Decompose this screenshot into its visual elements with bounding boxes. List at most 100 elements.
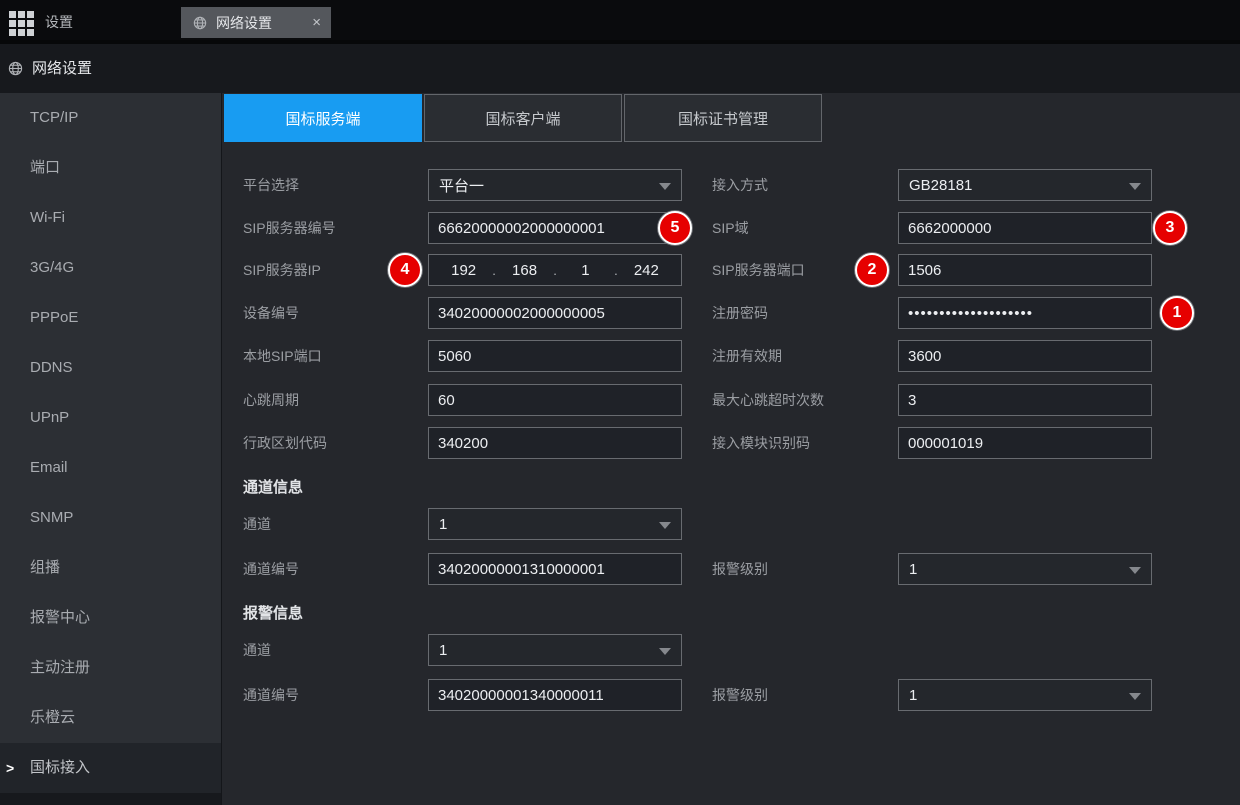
- platform-select-value: 平台一: [439, 175, 484, 196]
- sip-server-ip-input[interactable]: 192 . 168 . 1 . 242: [428, 254, 682, 286]
- row-alarm-channel-id-level: 通道编号 报警级别 1: [243, 679, 1152, 711]
- access-module-id-label: 接入模块识别码: [712, 433, 898, 453]
- screen: 设置 网络设置 × 网络设置 TCP/IP 端口 Wi-Fi 3G/4G PPP…: [0, 0, 1240, 805]
- sidebar-item-upnp[interactable]: UPnP: [0, 393, 221, 443]
- sidebar-item-auto-register[interactable]: 主动注册: [0, 643, 221, 693]
- channel-select-value: 1: [439, 516, 447, 533]
- row-channel-id-alarm-level: 通道编号 报警级别 1: [243, 553, 1152, 585]
- sidebar-item-lechange-cloud[interactable]: 乐橙云: [0, 693, 221, 743]
- chevron-down-icon: [659, 522, 671, 529]
- alarm-level2-select-field: 1: [898, 679, 1152, 711]
- max-heartbeat-timeout-field: [898, 384, 1152, 416]
- chevron-down-icon: [659, 183, 671, 190]
- sidebar-item-port[interactable]: 端口: [0, 143, 221, 193]
- tab-gb-server[interactable]: 国标服务端: [224, 94, 422, 142]
- close-icon[interactable]: ×: [312, 15, 321, 30]
- max-heartbeat-timeout-input[interactable]: [898, 384, 1152, 416]
- ip-octet-2[interactable]: 168: [496, 262, 553, 279]
- row-localport-validperiod: 本地SIP端口 注册有效期: [243, 340, 1152, 372]
- sip-domain-field: 3: [898, 212, 1152, 244]
- row-channel-select: 通道 1: [243, 508, 682, 540]
- register-password-input[interactable]: [898, 297, 1152, 329]
- device-id-label: 设备编号: [243, 303, 428, 323]
- local-sip-port-input[interactable]: [428, 340, 682, 372]
- chevron-down-icon: [1129, 567, 1141, 574]
- alarm-level-select-field: 1: [898, 553, 1152, 585]
- channel-id-input[interactable]: [428, 553, 682, 585]
- tab-gb-client[interactable]: 国标客户端: [424, 94, 622, 142]
- page-title: 网络设置: [32, 44, 92, 93]
- device-id-field: [428, 297, 682, 329]
- page-header: 网络设置: [0, 40, 1240, 93]
- ip-octet-3[interactable]: 1: [557, 262, 614, 279]
- row-platform-access: 平台选择 平台一 接入方式 GB28181: [243, 169, 1152, 201]
- admin-region-code-field: [428, 427, 682, 459]
- row-heartbeat: 心跳周期 最大心跳超时次数: [243, 384, 1152, 416]
- channel-select[interactable]: 1: [428, 508, 682, 540]
- platform-select[interactable]: 平台一: [428, 169, 682, 201]
- sidebar-item-email[interactable]: Email: [0, 443, 221, 493]
- sip-server-id-input[interactable]: [428, 212, 682, 244]
- sidebar-item-gb28181-access[interactable]: > 国标接入: [0, 743, 221, 793]
- access-type-select[interactable]: GB28181: [898, 169, 1152, 201]
- platform-label: 平台选择: [243, 175, 428, 195]
- sidebar-item-snmp[interactable]: SNMP: [0, 493, 221, 543]
- tab-gb-cert-management[interactable]: 国标证书管理: [624, 94, 822, 142]
- alarm-channel-select[interactable]: 1: [428, 634, 682, 666]
- sidebar-bottom-strip: [0, 793, 221, 805]
- sidebar-item-3g4g[interactable]: 3G/4G: [0, 243, 221, 293]
- sidebar-item-ddns[interactable]: DDNS: [0, 343, 221, 393]
- tab-settings[interactable]: 设置: [45, 7, 73, 38]
- local-sip-port-field: [428, 340, 682, 372]
- alarm-level2-select[interactable]: 1: [898, 679, 1152, 711]
- access-type-select-field: GB28181: [898, 169, 1152, 201]
- register-valid-period-input[interactable]: [898, 340, 1152, 372]
- alarm-channel-id-input[interactable]: [428, 679, 682, 711]
- sip-server-ip-field: 192 . 168 . 1 . 242 4: [428, 254, 682, 286]
- access-module-id-field: [898, 427, 1152, 459]
- admin-region-code-input[interactable]: [428, 427, 682, 459]
- access-module-id-input[interactable]: [898, 427, 1152, 459]
- chevron-right-icon: >: [6, 743, 14, 793]
- topbar: 设置 网络设置 ×: [0, 0, 1240, 40]
- alarm-channel-select-value: 1: [439, 642, 447, 659]
- register-valid-period-field: [898, 340, 1152, 372]
- chevron-down-icon: [1129, 693, 1141, 700]
- alarm-level-select[interactable]: 1: [898, 553, 1152, 585]
- ip-octet-4[interactable]: 242: [618, 262, 675, 279]
- callout-badge-1: 1: [1160, 296, 1194, 330]
- sidebar-item-pppoe[interactable]: PPPoE: [0, 293, 221, 343]
- alarm-channel-id-label: 通道编号: [243, 685, 428, 705]
- sidebar-item-multicast[interactable]: 组播: [0, 543, 221, 593]
- local-sip-port-label: 本地SIP端口: [243, 346, 428, 366]
- globe-icon: [193, 16, 207, 30]
- callout-badge-3: 3: [1153, 211, 1187, 245]
- row-device-password: 设备编号 注册密码 1: [243, 297, 1152, 329]
- globe-icon: [8, 61, 23, 81]
- tab-network-settings[interactable]: 网络设置 ×: [181, 7, 331, 38]
- callout-badge-5: 5: [658, 211, 692, 245]
- alarm-level2-select-value: 1: [909, 687, 917, 704]
- channel-info-section-title: 通道信息: [243, 476, 303, 497]
- sidebar-item-label: 国标接入: [30, 759, 90, 776]
- register-password-label: 注册密码: [712, 303, 898, 323]
- row-region-module: 行政区划代码 接入模块识别码: [243, 427, 1152, 459]
- heartbeat-period-input[interactable]: [428, 384, 682, 416]
- sip-server-id-label: SIP服务器编号: [243, 218, 428, 238]
- alarm-channel-id-field: [428, 679, 682, 711]
- channel-id-label: 通道编号: [243, 559, 428, 579]
- channel-id-field: [428, 553, 682, 585]
- sip-server-id-field: 5: [428, 212, 682, 244]
- device-id-input[interactable]: [428, 297, 682, 329]
- sip-domain-input[interactable]: [898, 212, 1152, 244]
- alarm-level-select-value: 1: [909, 561, 917, 578]
- alarm-channel-select-field: 1: [428, 634, 682, 666]
- apps-grid-icon[interactable]: [8, 10, 34, 36]
- sidebar-item-tcp-ip[interactable]: TCP/IP: [0, 93, 221, 143]
- sip-server-port-input[interactable]: [898, 254, 1152, 286]
- sidebar-item-alarm-center[interactable]: 报警中心: [0, 593, 221, 643]
- channel-select-field: 1: [428, 508, 682, 540]
- heartbeat-period-label: 心跳周期: [243, 390, 428, 410]
- sidebar-item-wifi[interactable]: Wi-Fi: [0, 193, 221, 243]
- ip-octet-1[interactable]: 192: [435, 262, 492, 279]
